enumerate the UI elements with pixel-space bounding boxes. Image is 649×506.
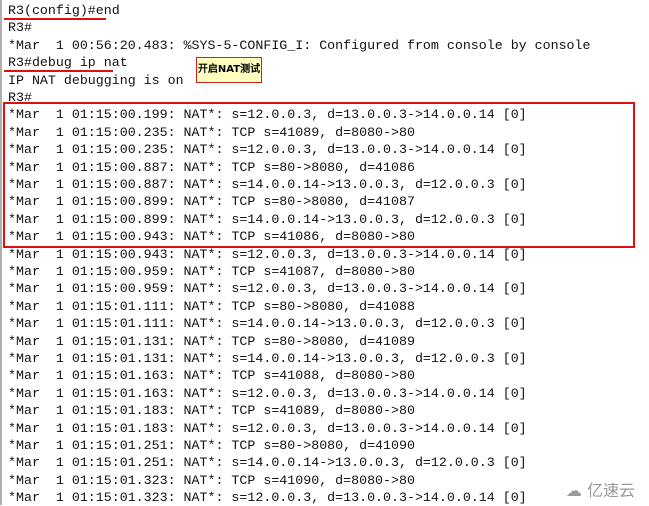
terminal-line: *Mar 1 01:15:00.959: NAT*: TCP s=41087, … (8, 264, 415, 279)
terminal-line: R3#debug ip nat (8, 55, 128, 71)
terminal-line: *Mar 1 01:15:01.163: NAT*: s=12.0.0.3, d… (8, 385, 527, 401)
watermark-logo: ☁ 亿速云 (566, 477, 635, 501)
terminal-line: *Mar 1 01:15:01.251: NAT*: s=14.0.0.14->… (8, 455, 527, 471)
terminal-line: *Mar 1 01:15:01.251: NAT*: TCP s=80->808… (8, 438, 415, 453)
terminal-line: *Mar 1 01:15:01.131: NAT*: TCP s=80->808… (8, 333, 415, 349)
terminal-line: *Mar 1 01:15:01.131: NAT*: s=14.0.0.14->… (8, 351, 527, 366)
terminal-line: *Mar 1 01:15:01.111: NAT*: TCP s=80->808… (8, 298, 415, 314)
terminal-line: *Mar 1 01:15:01.183: NAT*: TCP s=41089, … (8, 403, 415, 419)
cloud-icon: ☁ (565, 481, 582, 500)
terminal-line: *Mar 1 01:15:01.183: NAT*: s=12.0.0.3, d… (8, 420, 527, 436)
terminal-line: *Mar 1 01:15:01.111: NAT*: s=14.0.0.14->… (8, 316, 527, 332)
underline-debug-command (4, 70, 113, 72)
terminal-output: R3(config)#end R3# *Mar 1 00:56:20.483: %S… (0, 0, 649, 505)
watermark-text: 亿速云 (586, 481, 635, 500)
terminal-line: IP NAT debugging is on (8, 72, 184, 88)
terminal-line: R3# (8, 20, 32, 36)
terminal-line: *Mar 1 01:15:00.959: NAT*: s=12.0.0.3, d… (8, 281, 527, 297)
underline-end-command (4, 18, 106, 20)
annotation-note: 开启NAT测试 (196, 57, 262, 83)
terminal-line: *Mar 1 01:15:01.163: NAT*: TCP s=41088, … (8, 368, 415, 384)
terminal-line: *Mar 1 01:15:00.943: NAT*: s=12.0.0.3, d… (8, 246, 527, 262)
highlight-box (3, 102, 635, 248)
terminal-line: *Mar 1 01:15:01.323: NAT*: s=12.0.0.3, d… (8, 490, 527, 506)
terminal-line: *Mar 1 00:56:20.483: %SYS-5-CONFIG_I: Co… (8, 37, 591, 53)
terminal-line: *Mar 1 01:15:01.323: NAT*: TCP s=41090, … (8, 472, 415, 488)
terminal-line: R3(config)#end (8, 3, 120, 18)
